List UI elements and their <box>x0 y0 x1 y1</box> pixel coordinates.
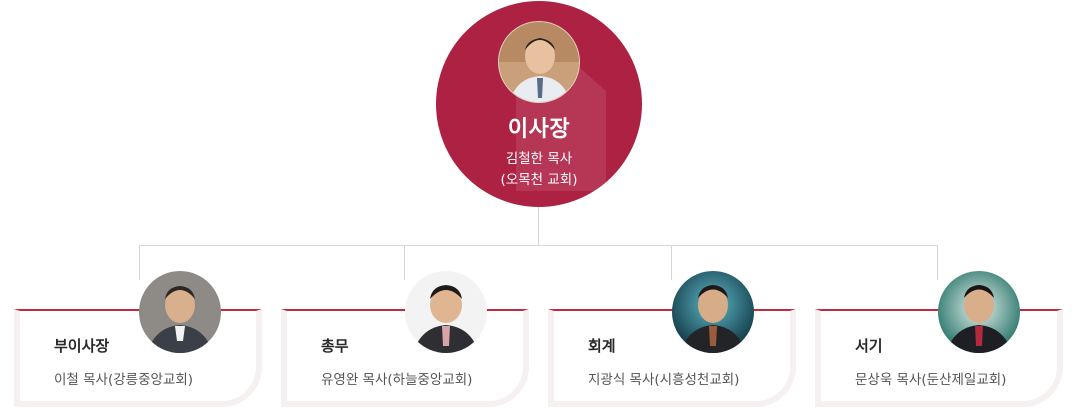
member-title: 총무 <box>321 337 349 355</box>
secretary-general-photo <box>405 271 487 353</box>
member-name: 지광식 목사(시흥성천교회) <box>588 372 740 388</box>
clerk-photo <box>938 271 1020 353</box>
chairman-title: 이사장 <box>507 117 571 142</box>
member-card-vice-chairman: 부이사장 이철 목사(강릉중앙교회) <box>14 309 262 407</box>
member-name: 유영완 목사(하늘중앙교회) <box>321 372 473 388</box>
connector-vertical-top <box>538 206 539 245</box>
connector-drop-3 <box>671 245 672 280</box>
chairman-name: 김철한 목사 <box>505 151 573 167</box>
treasurer-photo <box>672 271 754 353</box>
chairman-photo <box>498 21 580 103</box>
member-name: 문상욱 목사(둔산제일교회) <box>855 372 1007 388</box>
chairman-card: 이사장 김철한 목사 (오목천 교회) <box>436 1 642 207</box>
member-title: 회계 <box>588 337 616 355</box>
member-card-secretary-general: 총무 유영완 목사(하늘중앙교회) <box>281 309 529 407</box>
connector-drop-4 <box>937 245 938 280</box>
member-title: 부이사장 <box>54 337 110 355</box>
member-name: 이철 목사(강릉중앙교회) <box>54 372 194 388</box>
connector-horizontal <box>139 245 938 246</box>
connector-drop-2 <box>404 245 405 280</box>
connector-drop-1 <box>139 245 140 280</box>
vice-chairman-photo <box>139 271 221 353</box>
member-card-treasurer: 회계 지광식 목사(시흥성천교회) <box>548 309 796 407</box>
member-title: 서기 <box>855 337 883 355</box>
chairman-church: (오목천 교회) <box>500 172 578 188</box>
